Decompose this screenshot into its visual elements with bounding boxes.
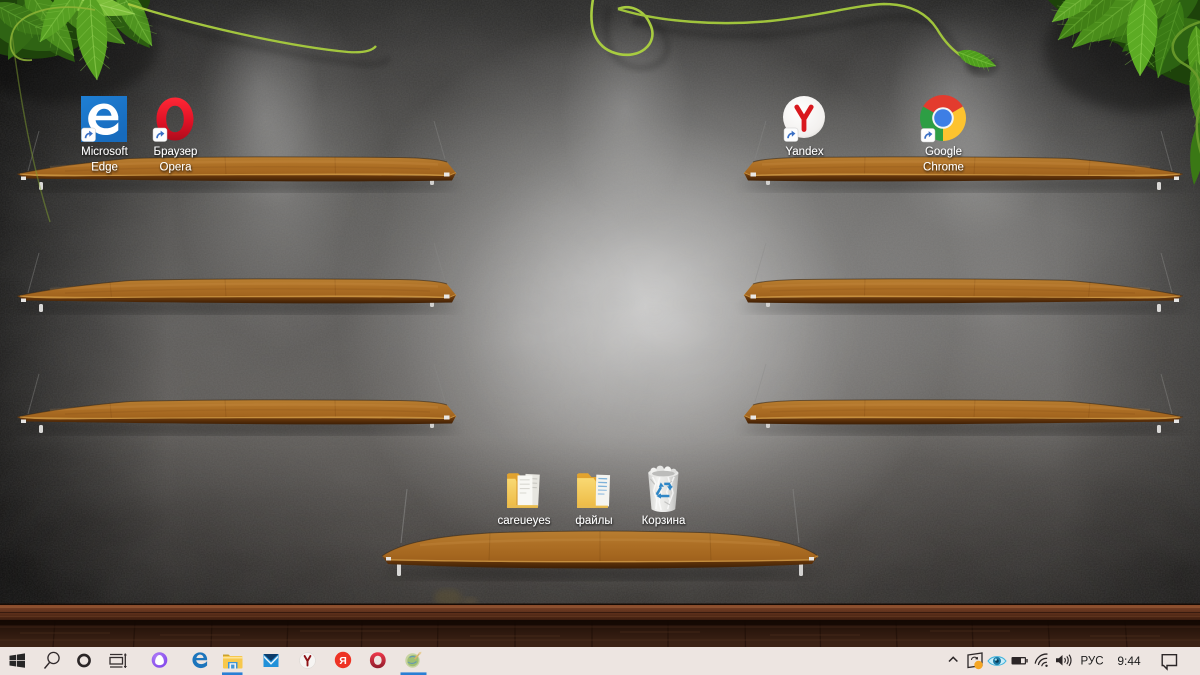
svg-text:Chrome: Chrome — [923, 162, 964, 174]
svg-text:9:44: 9:44 — [1117, 654, 1141, 668]
svg-text:Браузер: Браузер — [154, 146, 198, 158]
svg-text:Google: Google — [925, 146, 962, 158]
svg-text:РУС: РУС — [1080, 656, 1103, 668]
svg-text:Yandex: Yandex — [785, 146, 823, 158]
svg-text:Корзина: Корзина — [642, 515, 686, 527]
svg-text:файлы: файлы — [575, 515, 612, 527]
svg-text:careueyes: careueyes — [497, 515, 550, 527]
svg-text:Microsoft: Microsoft — [81, 146, 128, 158]
svg-text:Я: Я — [339, 655, 347, 667]
svg-text:Opera: Opera — [160, 162, 193, 174]
svg-text:Edge: Edge — [91, 162, 118, 174]
